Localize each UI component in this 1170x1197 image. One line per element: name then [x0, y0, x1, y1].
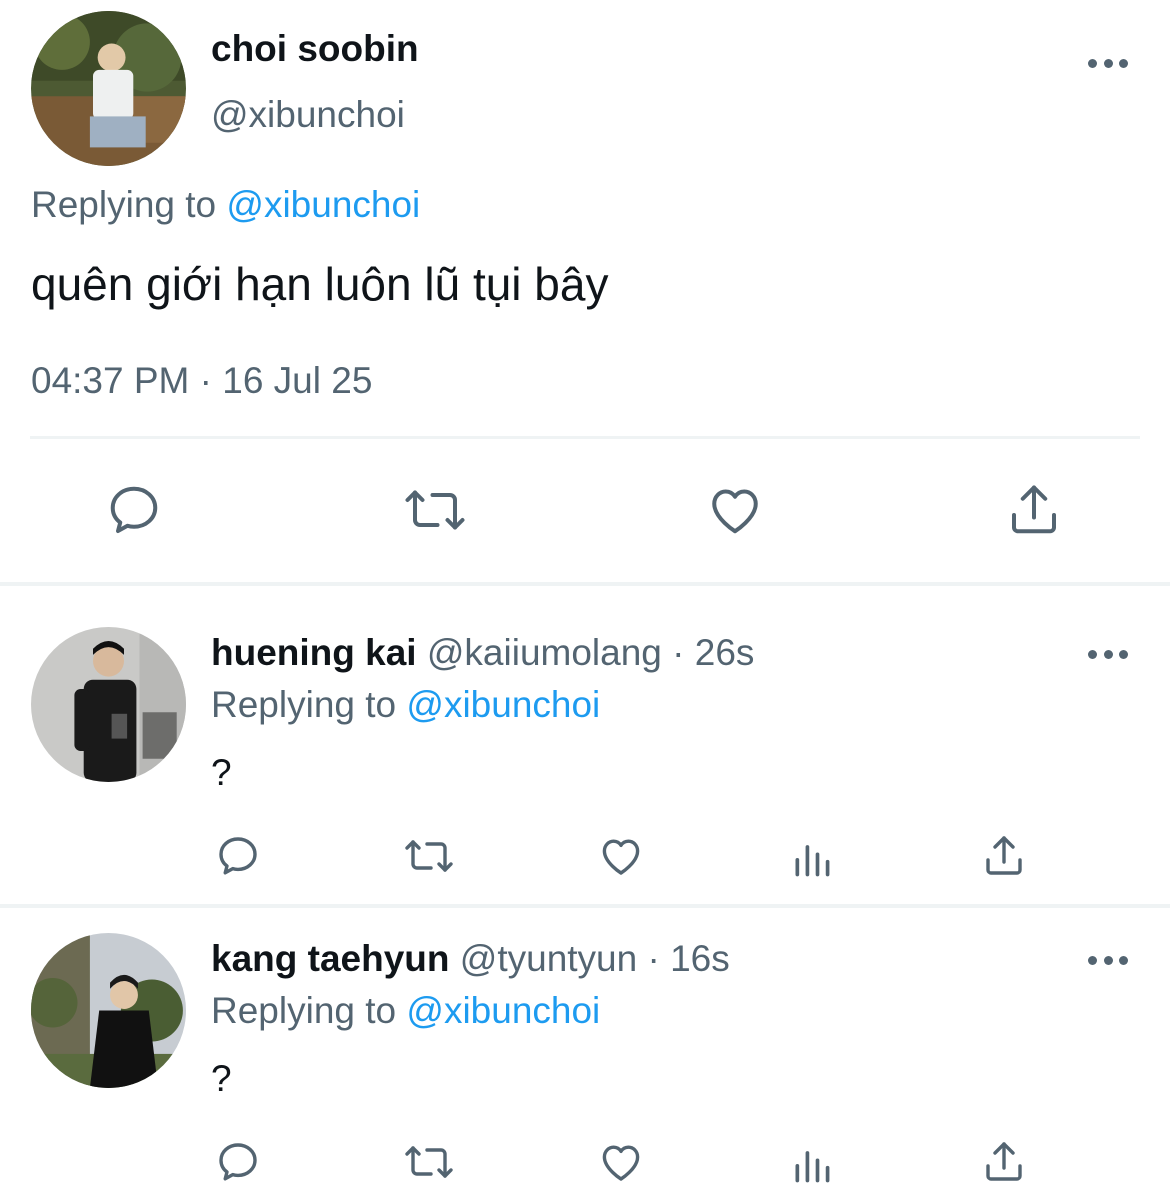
- retweet-icon[interactable]: [400, 1138, 458, 1186]
- replying-mention[interactable]: @xibunchoi: [406, 684, 600, 725]
- reply-header: huening kai @kaiiumolang · 26s: [211, 632, 754, 674]
- display-name[interactable]: huening kai: [211, 632, 417, 673]
- reply-icon[interactable]: [214, 832, 262, 880]
- main-tweet: choi soobin @xibunchoi Replying to @xibu…: [0, 0, 1170, 585]
- replying-label: Replying to: [31, 184, 217, 225]
- views-icon[interactable]: [790, 836, 834, 880]
- reply-timestamp[interactable]: 26s: [695, 632, 755, 673]
- divider: [0, 582, 1170, 586]
- avatar[interactable]: [31, 933, 186, 1088]
- avatar[interactable]: [31, 627, 186, 782]
- replying-label: Replying to: [211, 684, 397, 725]
- divider: [30, 436, 1140, 439]
- reply-header: kang taehyun @tyuntyun · 16s: [211, 938, 730, 980]
- user-handle[interactable]: @xibunchoi: [211, 94, 405, 136]
- display-name[interactable]: kang taehyun: [211, 938, 450, 979]
- user-handle[interactable]: @kaiiumolang: [427, 632, 662, 673]
- more-options-icon[interactable]: [1088, 648, 1128, 660]
- share-icon[interactable]: [980, 1138, 1028, 1186]
- replying-to: Replying to @xibunchoi: [211, 684, 600, 726]
- divider: [0, 904, 1170, 908]
- like-icon[interactable]: [596, 832, 646, 880]
- display-name[interactable]: choi soobin: [211, 28, 419, 70]
- retweet-icon[interactable]: [400, 832, 458, 880]
- replying-to: Replying to @xibunchoi: [211, 990, 600, 1032]
- share-icon[interactable]: [980, 832, 1028, 880]
- tweet-text: quên giới hạn luôn lũ tụi bây: [31, 258, 609, 310]
- reply-text: ?: [211, 1058, 232, 1099]
- user-handle[interactable]: @tyuntyun: [460, 938, 637, 979]
- avatar[interactable]: [31, 11, 186, 166]
- reply-timestamp[interactable]: 16s: [670, 938, 730, 979]
- reply-tweet: huening kai @kaiiumolang · 26s Replying …: [0, 627, 1170, 950]
- tweet-thread-page: choi soobin @xibunchoi Replying to @xibu…: [0, 0, 1170, 1197]
- views-icon[interactable]: [790, 1142, 834, 1186]
- replying-to: Replying to @xibunchoi: [31, 184, 420, 226]
- retweet-icon[interactable]: [400, 480, 470, 540]
- like-icon[interactable]: [704, 480, 766, 540]
- tweet-timestamp[interactable]: 04:37 PM · 16 Jul 25: [31, 360, 372, 402]
- replying-mention[interactable]: @xibunchoi: [406, 990, 600, 1031]
- reply-text: ?: [211, 752, 232, 793]
- separator-dot: ·: [672, 632, 685, 673]
- replying-label: Replying to: [211, 990, 397, 1031]
- more-options-icon[interactable]: [1088, 954, 1128, 966]
- like-icon[interactable]: [596, 1138, 646, 1186]
- separator-dot: ·: [647, 938, 660, 979]
- reply-icon[interactable]: [214, 1138, 262, 1186]
- reply-icon[interactable]: [104, 480, 164, 540]
- replying-mention[interactable]: @xibunchoi: [226, 184, 420, 225]
- more-options-icon[interactable]: [1088, 57, 1128, 69]
- share-icon[interactable]: [1004, 480, 1064, 540]
- reply-tweet: kang taehyun @tyuntyun · 16s Replying to…: [0, 933, 1170, 1197]
